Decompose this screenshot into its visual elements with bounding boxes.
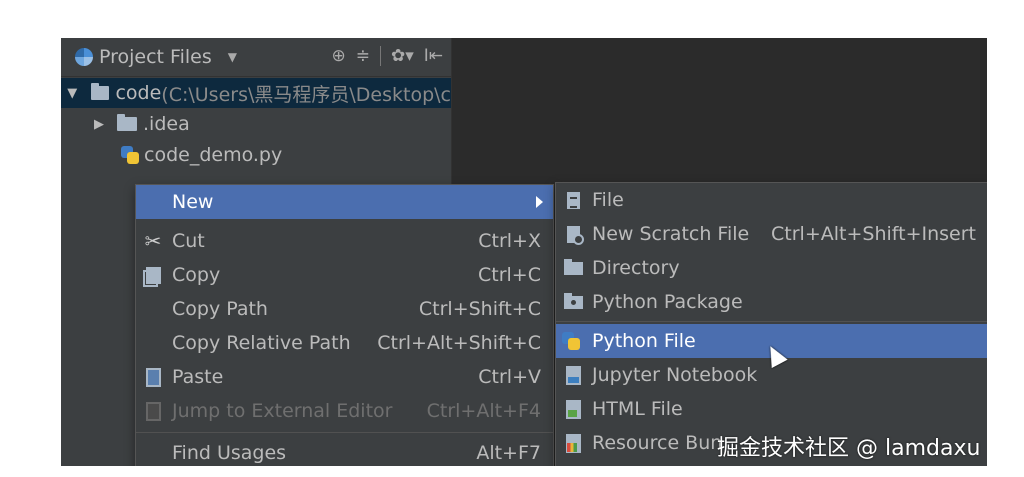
project-files-icon (75, 48, 93, 66)
resource-bundle-icon (565, 433, 581, 453)
shortcut-label: Ctrl+X (478, 230, 541, 252)
menu-item-label: Copy Relative Path (172, 332, 351, 354)
shortcut-label: Ctrl+Alt+F4 (426, 400, 541, 422)
python-file-icon (562, 332, 580, 350)
menu-item-label: Paste (172, 366, 224, 388)
menu-item-label: Cut (172, 230, 205, 252)
menu-item-label: Jupyter Notebook (592, 364, 758, 386)
menu-item-label: HTML File (592, 398, 683, 420)
submenu-item-html-file[interactable]: HTML File (556, 392, 987, 426)
notebook-icon (565, 365, 581, 385)
file-name: code_demo.py (144, 144, 283, 166)
context-menu: New ✂ Cut Ctrl+X Copy Ctrl+C Copy Path C… (135, 184, 554, 466)
shortcut-label: Ctrl+V (478, 366, 541, 388)
project-view-selector[interactable]: Project Files ▼ (75, 46, 237, 68)
folder-icon (91, 83, 110, 100)
tree-root-code[interactable]: ▼ code (C:\Users\黑马程序员\Desktop\c (61, 78, 451, 108)
watermark: 掘金技术社区 @ lamdaxu (717, 436, 981, 461)
menu-item-paste[interactable]: Paste Ctrl+V (136, 360, 553, 394)
menu-item-copy-path[interactable]: Copy Path Ctrl+Shift+C (136, 292, 553, 326)
menu-item-label: New Scratch File (592, 223, 750, 245)
menu-item-label: Directory (592, 257, 680, 279)
header-toolbar: ⊕ ≑ ✿▾ I⇤ (331, 46, 443, 66)
menu-item-label: Find Usages (172, 442, 287, 464)
hide-panel-icon[interactable]: I⇤ (424, 46, 443, 66)
menu-item-label: New (172, 191, 214, 213)
copy-icon (142, 266, 161, 287)
chevron-down-icon: ▼ (227, 50, 237, 64)
scratch-file-icon (566, 225, 584, 245)
menu-item-label: Python File (592, 330, 696, 352)
shortcut-label: Alt+F7 (476, 442, 541, 464)
gear-icon[interactable]: ✿▾ (391, 46, 414, 66)
folder-icon (117, 114, 137, 131)
menu-item-copy[interactable]: Copy Ctrl+C (136, 258, 553, 292)
menu-item-label: File (592, 189, 624, 211)
file-icon (566, 191, 580, 209)
package-icon (563, 292, 583, 309)
expand-arrow-icon[interactable]: ▼ (65, 86, 79, 101)
panel-title: Project Files (99, 46, 212, 68)
paste-icon (145, 367, 161, 387)
menu-item-copy-relative-path[interactable]: Copy Relative Path Ctrl+Alt+Shift+C (136, 326, 553, 360)
submenu-item-file[interactable]: File (556, 183, 987, 217)
root-folder-path: (C:\Users\黑马程序员\Desktop\c (161, 83, 451, 106)
menu-divider (556, 321, 987, 322)
submenu-item-directory[interactable]: Directory (556, 251, 987, 285)
menu-item-label: Copy Path (172, 298, 268, 320)
menu-item-jump-external-editor: Jump to External Editor Ctrl+Alt+F4 (136, 394, 553, 428)
tree-item-code-demo[interactable]: code_demo.py (61, 140, 282, 170)
panel-header: Project Files ▼ ⊕ ≑ ✿▾ I⇤ (61, 38, 451, 77)
menu-item-label: Jump to External Editor (172, 400, 393, 422)
tree-item-idea[interactable]: ▶ .idea (61, 109, 190, 139)
toolbar-divider (379, 46, 381, 66)
locate-icon[interactable]: ⊕ (331, 46, 345, 66)
menu-item-new[interactable]: New (136, 185, 553, 219)
shortcut-label: Ctrl+C (478, 264, 541, 286)
menu-item-label: Python Package (592, 291, 743, 313)
root-folder-name: code (115, 82, 162, 104)
new-submenu: File New Scratch File Ctrl+Alt+Shift+Ins… (555, 182, 987, 466)
menu-item-label: Resource Bun (592, 432, 723, 454)
submenu-item-new-scratch-file[interactable]: New Scratch File Ctrl+Alt+Shift+Insert (556, 217, 987, 251)
idea-folder-name: .idea (143, 113, 190, 135)
ide-window: Project Files ▼ ⊕ ≑ ✿▾ I⇤ ▼ code (C:\Use… (61, 38, 987, 466)
html-file-icon (565, 399, 581, 419)
external-editor-icon (145, 401, 161, 421)
submenu-item-python-package[interactable]: Python Package (556, 285, 987, 319)
collapse-arrow-icon[interactable]: ▶ (91, 117, 107, 132)
shortcut-label: Ctrl+Alt+Shift+C (377, 332, 541, 354)
menu-item-cut[interactable]: ✂ Cut Ctrl+X (136, 224, 553, 258)
collapse-all-icon[interactable]: ≑ (356, 46, 370, 66)
scissors-icon: ✂ (144, 229, 162, 253)
shortcut-label: Ctrl+Alt+Shift+Insert (771, 223, 976, 245)
submenu-arrow-icon (536, 196, 543, 208)
shortcut-label: Ctrl+Shift+C (418, 298, 541, 320)
folder-icon (563, 258, 583, 275)
menu-item-label: Copy (172, 264, 221, 286)
menu-item-find-usages[interactable]: Find Usages Alt+F7 (136, 436, 553, 466)
python-file-icon (121, 146, 139, 164)
menu-divider (136, 432, 553, 433)
